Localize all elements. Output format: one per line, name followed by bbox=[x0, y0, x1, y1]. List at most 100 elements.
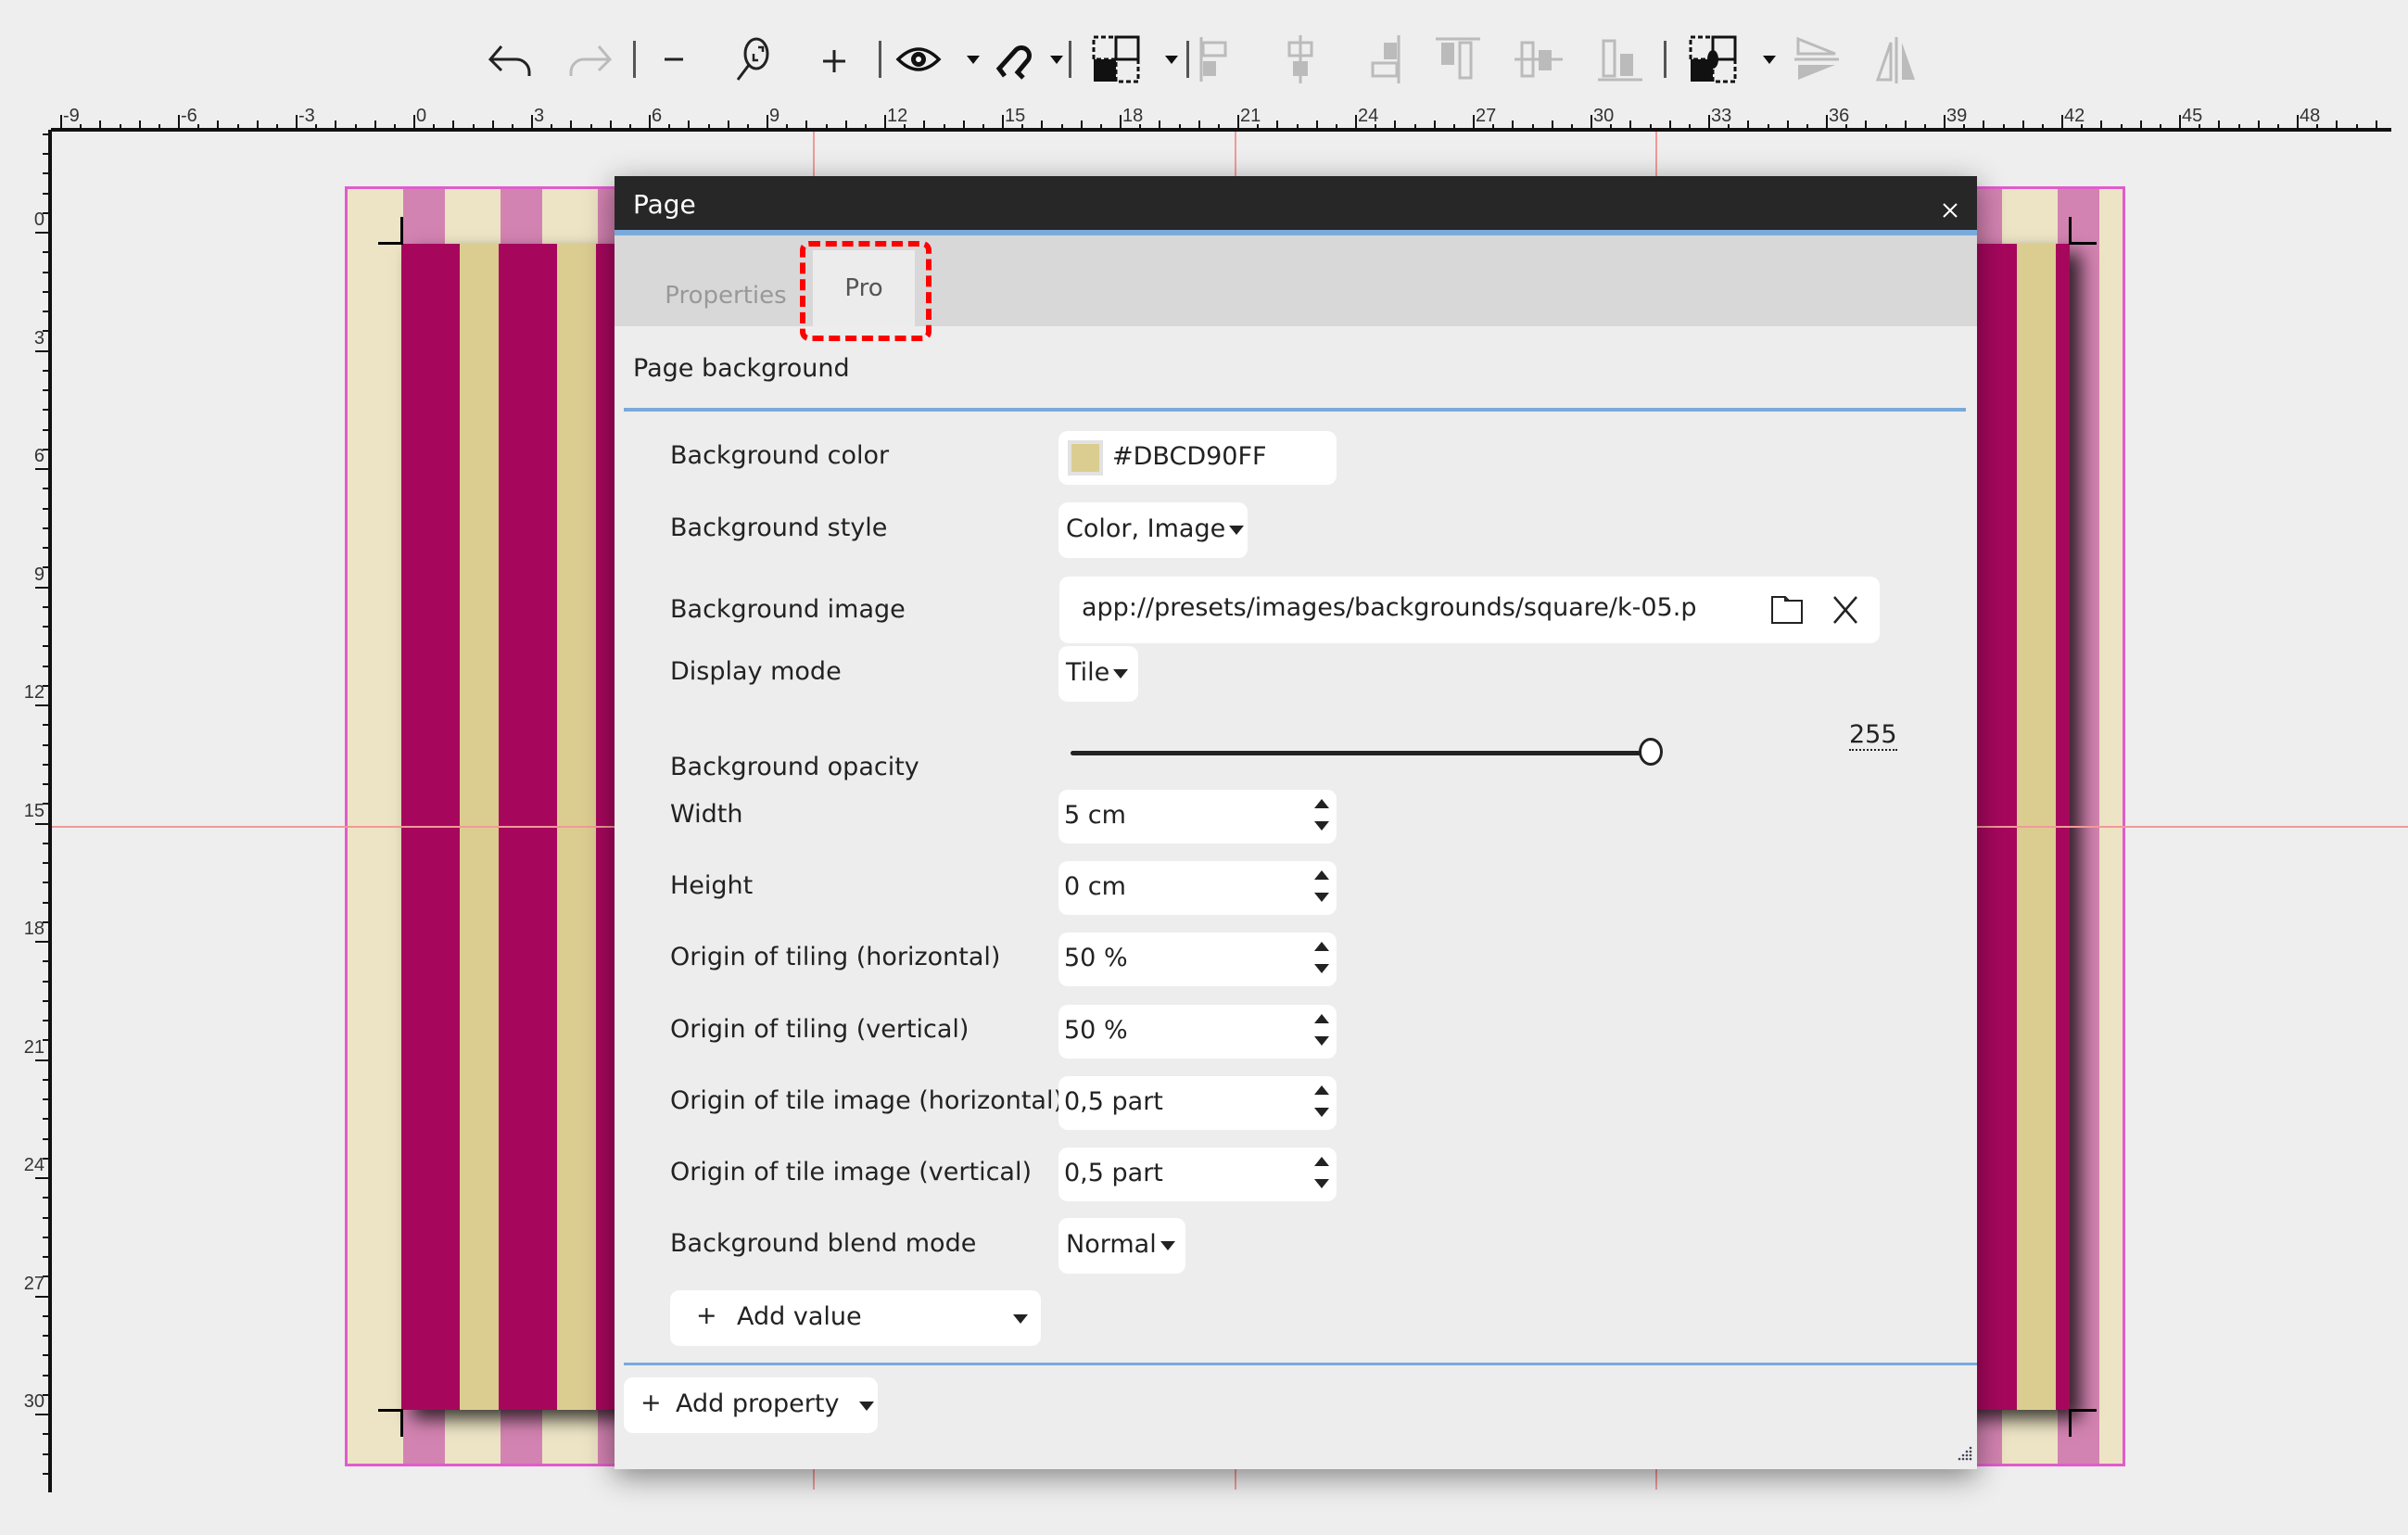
align-right-button[interactable] bbox=[1350, 31, 1407, 88]
zoom-in-button[interactable] bbox=[805, 31, 863, 88]
width-input[interactable]: 5 cm bbox=[1058, 790, 1337, 844]
width-label: Width bbox=[670, 800, 743, 829]
transform-mode-button[interactable] bbox=[1684, 31, 1742, 88]
align-left-button[interactable] bbox=[1193, 31, 1250, 88]
opacity-slider-thumb[interactable] bbox=[1639, 738, 1663, 766]
ruler-tick-minor bbox=[2336, 121, 2338, 132]
ruler-tick-minor bbox=[982, 124, 984, 132]
origin-tiling-h-input[interactable]: 50 % bbox=[1058, 932, 1337, 986]
tab-properties[interactable]: Properties bbox=[661, 265, 791, 326]
add-value-button[interactable]: + Add value bbox=[670, 1290, 1041, 1346]
origin-tiling-v-stepper[interactable] bbox=[1314, 1014, 1329, 1046]
plus-icon: + bbox=[696, 1301, 717, 1330]
zoom-fit-button[interactable] bbox=[724, 31, 781, 88]
ruler-tick-minor bbox=[43, 605, 52, 608]
vertical-ruler[interactable]: 0 3 6 9 12 15 18 21 24 27 30 bbox=[0, 130, 52, 1492]
ruler-tick-major bbox=[531, 115, 533, 132]
align-bottom-button[interactable] bbox=[1591, 31, 1649, 88]
ruler-tick-minor bbox=[1257, 124, 1260, 132]
browse-folder-button[interactable] bbox=[1768, 591, 1806, 635]
ruler-tick-minor bbox=[43, 862, 52, 864]
ruler-tick-minor bbox=[43, 1020, 52, 1021]
stepper-up-icon[interactable] bbox=[1314, 942, 1329, 951]
origin-tile-image-v-stepper[interactable] bbox=[1314, 1157, 1329, 1188]
dialog-title-bar[interactable]: Page bbox=[615, 176, 1977, 230]
ruler-tick-minor bbox=[1531, 124, 1534, 132]
blend-mode-select[interactable]: Normal bbox=[1058, 1218, 1185, 1274]
ruler-tick-minor bbox=[335, 121, 337, 132]
display-mode-select[interactable]: Tile bbox=[1058, 646, 1138, 702]
stepper-down-icon[interactable] bbox=[1314, 893, 1329, 902]
crop-mark-bottom-left bbox=[400, 1409, 403, 1437]
origin-tiling-h-stepper[interactable] bbox=[1314, 942, 1329, 973]
stepper-up-icon[interactable] bbox=[1314, 1085, 1329, 1095]
background-style-select[interactable]: Color, Image bbox=[1058, 502, 1248, 558]
align-center-vertical-button[interactable] bbox=[1510, 31, 1567, 88]
ruler-tick-minor bbox=[688, 121, 691, 132]
tab-pro[interactable]: Pro bbox=[813, 250, 915, 326]
ruler-tick-minor bbox=[1060, 124, 1063, 132]
align-center-horizontal-button[interactable] bbox=[1272, 31, 1329, 88]
stepper-down-icon[interactable] bbox=[1314, 1108, 1329, 1117]
crop-mark-bottom-left bbox=[378, 1409, 403, 1412]
color-swatch[interactable] bbox=[1071, 444, 1099, 472]
origin-tile-image-h-stepper[interactable] bbox=[1314, 1085, 1329, 1117]
snap-button[interactable] bbox=[987, 31, 1045, 88]
ruler-tick-minor bbox=[43, 271, 52, 273]
origin-tiling-v-value: 50 % bbox=[1064, 1016, 1128, 1045]
stepper-down-icon[interactable] bbox=[1314, 1179, 1329, 1188]
flip-vertical-button[interactable] bbox=[1788, 31, 1845, 88]
origin-tiling-v-input[interactable]: 50 % bbox=[1058, 1005, 1337, 1059]
ruler-tick-minor bbox=[99, 121, 102, 132]
background-color-field[interactable]: #DBCD90FF bbox=[1058, 431, 1337, 485]
ruler-tick-minor bbox=[1668, 121, 1671, 132]
stepper-down-icon[interactable] bbox=[1314, 1036, 1329, 1046]
stepper-up-icon[interactable] bbox=[1314, 1014, 1329, 1023]
stepper-up-icon[interactable] bbox=[1314, 1157, 1329, 1166]
ruler-label: 0 bbox=[33, 209, 44, 230]
opacity-value[interactable]: 255 bbox=[1849, 721, 1897, 751]
ruler-label: -3 bbox=[298, 106, 315, 126]
ruler-tick-minor bbox=[1335, 124, 1337, 132]
ruler-tick-minor bbox=[43, 783, 52, 785]
add-property-label: Add property bbox=[676, 1389, 840, 1418]
close-icon bbox=[1833, 596, 1857, 624]
horizontal-ruler[interactable]: -9 -6 -3 0 3 6 9 12 15 18 21 24 27 30 33 36 39 42 45 48 bbox=[51, 104, 2391, 132]
opacity-slider-track[interactable] bbox=[1071, 751, 1650, 755]
transform-mode-dropdown[interactable] bbox=[1758, 31, 1781, 88]
snap-dropdown[interactable] bbox=[1046, 31, 1068, 88]
view-button[interactable] bbox=[890, 31, 947, 88]
align-top-button[interactable] bbox=[1429, 31, 1487, 88]
stepper-down-icon[interactable] bbox=[1314, 964, 1329, 973]
select-mode-button[interactable] bbox=[1087, 31, 1145, 88]
height-input[interactable]: 0 cm bbox=[1058, 861, 1337, 915]
flip-horizontal-button[interactable] bbox=[1868, 31, 1925, 88]
dialog-close-button[interactable] bbox=[1936, 189, 1964, 218]
ruler-tick-major bbox=[2297, 115, 2299, 132]
ruler-tick-minor bbox=[2257, 121, 2260, 132]
stepper-up-icon[interactable] bbox=[1314, 870, 1329, 880]
ruler-tick-minor bbox=[1983, 121, 1985, 132]
ruler-tick-minor bbox=[1099, 124, 1102, 132]
select-mode-dropdown[interactable] bbox=[1160, 31, 1183, 88]
ruler-tick-minor bbox=[43, 1197, 52, 1199]
ruler-tick-minor bbox=[43, 999, 52, 1002]
ruler-tick-minor bbox=[1452, 124, 1455, 132]
redo-button[interactable] bbox=[561, 31, 618, 88]
stepper-up-icon[interactable] bbox=[1314, 799, 1329, 808]
view-dropdown[interactable] bbox=[962, 31, 984, 88]
undo-button[interactable] bbox=[482, 31, 539, 88]
height-stepper[interactable] bbox=[1314, 870, 1329, 902]
resize-grip-icon[interactable] bbox=[1955, 1445, 1973, 1464]
ruler-tick-major bbox=[1002, 115, 1004, 132]
add-property-button[interactable]: + Add property bbox=[624, 1377, 878, 1433]
stepper-down-icon[interactable] bbox=[1314, 821, 1329, 831]
zoom-out-button[interactable] bbox=[645, 31, 703, 88]
background-image-field[interactable]: app://presets/images/backgrounds/square/… bbox=[1059, 577, 1880, 643]
clear-image-button[interactable] bbox=[1827, 591, 1864, 635]
origin-tile-image-h-input[interactable]: 0,5 part bbox=[1058, 1076, 1337, 1130]
ruler-tick-minor bbox=[119, 124, 121, 132]
ruler-tick-major bbox=[1944, 115, 1945, 132]
width-stepper[interactable] bbox=[1314, 799, 1329, 831]
origin-tile-image-v-input[interactable]: 0,5 part bbox=[1058, 1148, 1337, 1201]
